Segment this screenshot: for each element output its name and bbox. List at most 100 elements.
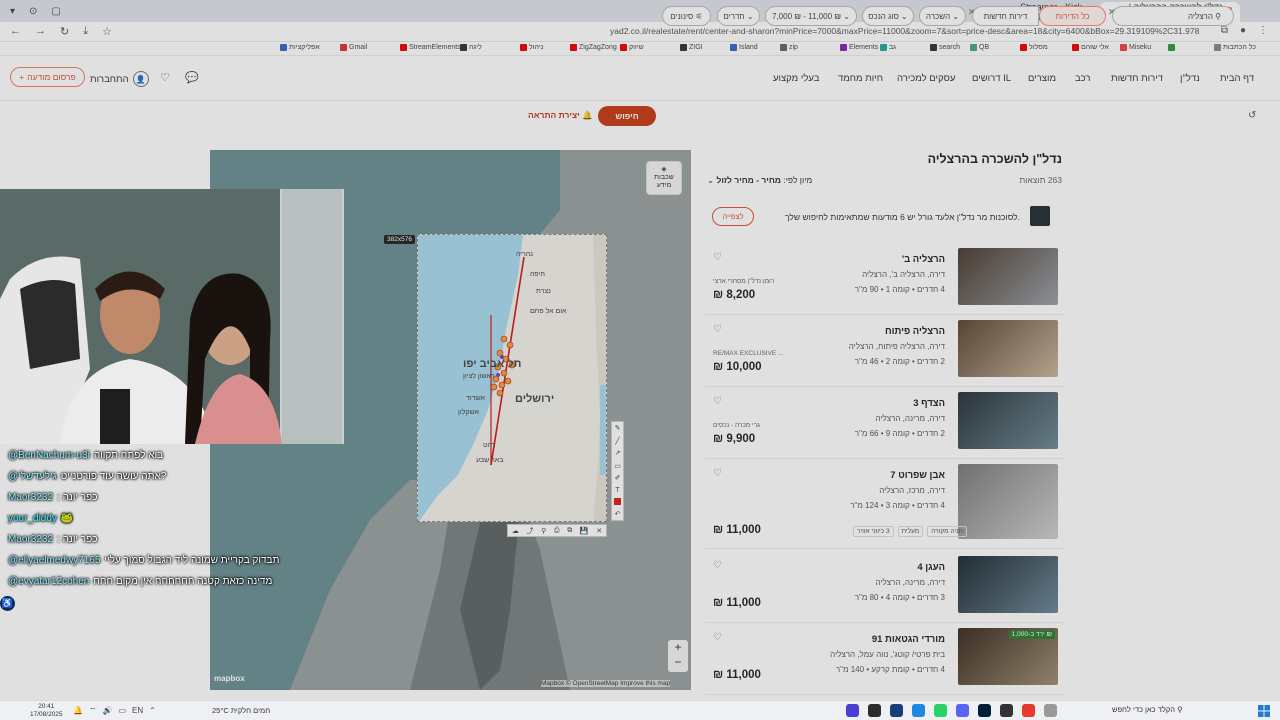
listing-card[interactable]: הרצליה פיתוח דירה, הרצליה פיתוח, הרצליה 2 … — [705, 320, 1065, 387]
bookmark-item[interactable]: כל הכתבות — [1214, 44, 1256, 51]
extensions-icon[interactable]: ⧉ — [1221, 25, 1228, 36]
notification-icon[interactable]: 🔔 — [73, 706, 83, 716]
taskbar-search[interactable]: הקלד כאן כדי לחפש ⚲ — [1112, 705, 1183, 714]
favorite-heart-icon[interactable]: ♡ — [713, 560, 722, 571]
listing-card[interactable]: העגן 4 דירה, מרינה, הרצליה 3 חדרים • קומה … — [705, 556, 1065, 623]
rectangle-icon[interactable]: ▭ — [614, 462, 621, 470]
create-alert-link[interactable]: יצירת התראה 🔔 — [528, 110, 593, 121]
bookmark-item[interactable]: zip — [780, 44, 798, 51]
line-icon[interactable]: ╱ — [615, 437, 619, 445]
listing-card[interactable]: הרצליה ב' דירה, הרצליה ב', הרצליה 4 חדרים … — [705, 248, 1065, 315]
bookmark-star-icon[interactable]: ☆ — [102, 25, 112, 38]
nav-item[interactable]: דרושים IL — [972, 73, 1011, 84]
url-field[interactable]: yad2.co.il/realestate/rent/center-and-sh… — [610, 26, 1200, 36]
accessibility-icon[interactable]: ♿ — [0, 596, 15, 611]
bookmark-item[interactable]: Elements — [840, 44, 878, 51]
forward-icon[interactable]: → — [35, 25, 46, 38]
deal-type-dropdown[interactable]: השכרה ⌄ — [919, 6, 966, 26]
bookmark-item[interactable]: אפליקציות — [280, 44, 320, 51]
listing-card[interactable]: מורדי הגטאות 91 בית פרטי/ קוטג', נווה עמל… — [705, 628, 1065, 695]
view-agency-button[interactable]: לצפייה — [712, 207, 754, 226]
chat-bubble-icon[interactable]: 💬 — [185, 71, 199, 84]
bookmark-item[interactable]: QB — [970, 44, 989, 51]
nav-item[interactable]: נדל"ן — [1180, 73, 1200, 84]
language-icon[interactable]: EN — [132, 706, 143, 716]
search-button[interactable]: חיפוש — [598, 106, 656, 126]
listing-photo[interactable] — [958, 464, 1058, 539]
favorite-heart-icon[interactable]: ♡ — [713, 632, 722, 643]
listing-photo[interactable] — [958, 556, 1058, 613]
tab-search-icon[interactable]: ▾ — [10, 6, 15, 17]
download-icon[interactable]: ⤓ — [83, 25, 88, 38]
search-google-icon[interactable]: ⚲ — [541, 527, 546, 535]
app-icon-telegram[interactable] — [912, 704, 925, 717]
favorite-heart-icon[interactable]: ♡ — [713, 396, 722, 407]
favorites-heart-icon[interactable]: ♡ — [160, 71, 170, 84]
windows-start-icon[interactable] — [1258, 705, 1270, 717]
nav-item[interactable]: חיות מחמד — [838, 73, 883, 84]
nav-item[interactable]: דירות חדשות — [1111, 73, 1163, 84]
wifi-icon[interactable]: ⌔ — [89, 706, 97, 716]
bookmark-item[interactable]: Island — [730, 44, 758, 51]
app-icon-discord[interactable] — [956, 704, 969, 717]
listing-photo[interactable] — [958, 392, 1058, 449]
bookmark-item[interactable]: ZigZagZong — [570, 44, 617, 51]
reload-icon[interactable]: ↻ — [60, 25, 69, 38]
profile-icon[interactable]: ● — [1240, 25, 1246, 36]
listing-card[interactable]: הצדף 3 דירה, מרינה, הרצליה 2 חדרים • קומה … — [705, 392, 1065, 459]
favorite-heart-icon[interactable]: ♡ — [713, 468, 722, 479]
screen-snip-region[interactable]: נהריה חיפה נצרת אום אל פחם תל אביב יפו ירושלי… — [417, 234, 607, 522]
taskbar-clock[interactable]: 20:41 17/08/2025 — [30, 703, 63, 718]
pen-icon[interactable]: ✎ — [615, 424, 621, 432]
app-icon-files[interactable] — [890, 704, 903, 717]
bookmark-item[interactable] — [1168, 44, 1177, 51]
battery-icon[interactable]: ▭ — [118, 706, 126, 716]
bookmark-item[interactable]: שיווק — [620, 44, 644, 51]
undo-icon[interactable]: ↶ — [615, 510, 621, 518]
app-icon-explorer[interactable] — [1044, 704, 1057, 717]
app-icon-chrome[interactable] — [1022, 704, 1035, 717]
arrow-icon[interactable]: ↗ — [615, 449, 621, 457]
tray-chevron-icon[interactable]: ⌃ — [149, 706, 156, 716]
cloud-upload-icon[interactable]: ☁ — [512, 527, 519, 535]
listing-card[interactable]: אבן שפרוט 7 דירה, מרכז, הרצליה 4 חדרים • ק… — [705, 464, 1065, 549]
share-icon[interactable]: ⤴ — [526, 526, 533, 536]
bookmark-item[interactable]: ניהול — [520, 44, 543, 51]
app-icon-terminal[interactable] — [1000, 704, 1013, 717]
nav-item[interactable]: דף הבית — [1220, 73, 1254, 84]
price-range-dropdown[interactable]: 7,000 ₪ - 11,000 ₪ ⌄ — [765, 6, 857, 26]
app-icon-whatsapp[interactable] — [934, 704, 947, 717]
more-filters-button[interactable]: סינונים ⚟ — [662, 6, 711, 26]
sort-dropdown[interactable]: מיון לפי: מחיר - מחיר לזול ⌄ — [707, 175, 812, 186]
color-swatch-red[interactable] — [614, 498, 621, 506]
filter-all-apartments[interactable]: כל הדירות — [1039, 6, 1106, 26]
post-ad-button[interactable]: + פרסום מודעה — [10, 67, 85, 87]
zoom-in-button[interactable]: + — [668, 640, 688, 655]
favorite-heart-icon[interactable]: ♡ — [713, 252, 722, 263]
map-attribution[interactable]: Mapbox © OpenStreetMap Improve this map — [541, 680, 671, 687]
nav-item[interactable]: מוצרים — [1028, 73, 1056, 84]
app-icon-photoshop[interactable] — [978, 704, 991, 717]
bookmark-item[interactable]: StreamElements — [400, 44, 461, 51]
bookmark-item[interactable]: גב — [880, 44, 896, 51]
zoom-out-button[interactable]: − — [668, 655, 688, 670]
marker-icon[interactable]: ✐ — [615, 474, 621, 482]
save-icon[interactable]: 💾 — [580, 527, 589, 535]
filter-new-apartments[interactable]: דירות חדשות — [972, 6, 1039, 26]
login-button[interactable]: התחברות 👤 — [90, 71, 149, 87]
bookmark-item[interactable]: ליגה — [460, 44, 482, 51]
listing-photo[interactable] — [958, 320, 1058, 377]
map-layers-button[interactable]: ◈ שכבות מידע — [646, 161, 682, 195]
bookmark-item[interactable]: search — [930, 44, 960, 51]
nav-item[interactable]: עסקים למכירה — [897, 73, 955, 84]
bookmark-item[interactable]: אלי שוהם — [1072, 44, 1109, 51]
listing-photo[interactable] — [958, 248, 1058, 305]
location-search-input[interactable]: הרצליה ⚲ — [1112, 6, 1234, 26]
history-icon[interactable]: ↺ — [1248, 110, 1256, 121]
close-icon[interactable]: ✕ — [596, 527, 602, 535]
browser-menu-dots-icon[interactable]: ⋮ — [1258, 25, 1268, 36]
favorite-heart-icon[interactable]: ♡ — [713, 324, 722, 335]
copy-icon[interactable]: ⧉ — [567, 527, 572, 535]
nav-item[interactable]: בעלי מקצוע — [773, 73, 819, 84]
bookmark-item[interactable]: Gmail — [340, 44, 367, 51]
